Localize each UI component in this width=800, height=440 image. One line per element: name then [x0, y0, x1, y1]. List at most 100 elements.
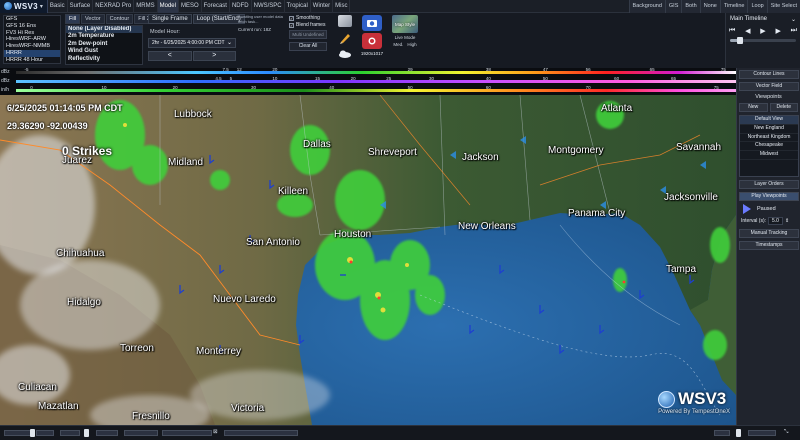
- viewpoint-item[interactable]: New England: [740, 125, 798, 134]
- play-viewpoints-button[interactable]: Play Viewpoints: [739, 192, 799, 201]
- menu-tab[interactable]: Winter: [311, 0, 334, 13]
- viewpoint-item[interactable]: Midwest: [740, 151, 798, 160]
- layer-item[interactable]: 2m Temperature: [66, 33, 142, 40]
- cloud-icon[interactable]: [338, 47, 352, 59]
- fill-tab[interactable]: Fill: [65, 14, 81, 24]
- layer-mode-tab[interactable]: None: [699, 0, 720, 13]
- layer-item[interactable]: Reflectivity: [66, 56, 142, 63]
- blend-option[interactable]: ✓ Blend frames: [289, 22, 329, 28]
- viewpoint-item[interactable]: Northeast Kingdom: [740, 134, 798, 143]
- step-back-icon[interactable]: ◀: [745, 27, 750, 35]
- scrub-handle[interactable]: [30, 429, 35, 437]
- skip-forward-icon[interactable]: ⏭: [791, 27, 797, 35]
- scrub-segment[interactable]: [4, 430, 32, 436]
- timeline-panel: Main Timeline ⌄ ⏮ ◀ ▶ ▶ ⏭: [725, 13, 800, 68]
- layer-orders-button[interactable]: Layer Orders: [739, 180, 799, 189]
- multi-undefined-button[interactable]: Multi Undefined: [289, 30, 327, 39]
- stepper-icon[interactable]: ⇕: [785, 218, 789, 224]
- menu-tab[interactable]: NWS/SPC: [252, 0, 285, 13]
- model-item[interactable]: HRRR 48 Hour: [4, 57, 60, 63]
- timeline-tab[interactable]: Timeline: [719, 0, 748, 13]
- frame-tab[interactable]: Single Frame: [148, 14, 192, 24]
- delete-viewpoint-button[interactable]: Delete: [769, 103, 798, 112]
- scrub-segment[interactable]: [224, 430, 298, 436]
- model-item[interactable]: HiresWRF-NMMB: [4, 43, 60, 50]
- new-viewpoint-button[interactable]: New: [739, 103, 768, 112]
- map-style-button[interactable]: Map Style: [392, 15, 418, 33]
- menu-tab[interactable]: Surface: [68, 0, 94, 13]
- quality-high[interactable]: High: [407, 42, 416, 47]
- smoothing-checkbox[interactable]: ✓: [289, 15, 294, 21]
- model-item[interactable]: GFS 16 Ens: [4, 23, 60, 30]
- play-icon[interactable]: [743, 204, 751, 214]
- layer-mode-tab[interactable]: Background: [628, 0, 665, 13]
- scrub-segment[interactable]: [162, 430, 212, 436]
- step-forward-icon[interactable]: ▶: [775, 27, 780, 35]
- contour-lines-button[interactable]: Contour Lines: [739, 70, 799, 79]
- scrub-segment[interactable]: [36, 430, 54, 436]
- layer-item[interactable]: None (Layer Disabled): [66, 26, 142, 34]
- interval-input[interactable]: 5.0: [768, 217, 783, 225]
- model-item[interactable]: HRRR: [4, 49, 60, 57]
- layer-mode-tab[interactable]: GIS: [664, 0, 682, 13]
- scrub-segment[interactable]: [714, 430, 730, 436]
- menu-tab[interactable]: Tropical: [285, 0, 311, 13]
- menu-tab[interactable]: Forecast: [202, 0, 230, 13]
- fill-tab[interactable]: Contour: [105, 14, 134, 24]
- scrub-segment[interactable]: [124, 430, 158, 436]
- layer-item[interactable]: Wind Gust: [66, 48, 142, 55]
- model-item[interactable]: FV3 Hi Res: [4, 30, 60, 37]
- city-label-montgomery: Montgomery: [548, 145, 604, 156]
- previous-hour-button[interactable]: <: [148, 51, 192, 61]
- pencil-icon[interactable]: [338, 31, 352, 44]
- camera-button[interactable]: [362, 15, 382, 31]
- menu-tab[interactable]: NDFD: [230, 0, 252, 13]
- scrub-segment[interactable]: [60, 430, 80, 436]
- timeline-knob[interactable]: [736, 37, 743, 44]
- manual-tracking-button[interactable]: Manual Tracking: [739, 229, 799, 238]
- scrub-segment[interactable]: [96, 430, 118, 436]
- scale-tick-label: 65: [649, 67, 655, 72]
- interval-row: Interval (s): 5.0 ⇕: [739, 217, 798, 225]
- viewpoint-item[interactable]: Chesapeake: [740, 142, 798, 152]
- timeline-tab[interactable]: Loop: [747, 0, 767, 13]
- resolution-label: 1920x1017: [360, 51, 384, 56]
- layer-mode-tab[interactable]: Both: [681, 0, 700, 13]
- play-icon[interactable]: ▶: [760, 27, 765, 35]
- model-list[interactable]: GFS GFS 16 Ens FV3 Hi Res HiresWRF-ARW Hires…: [3, 15, 61, 64]
- model-item[interactable]: GFS: [4, 16, 60, 23]
- weather-map[interactable]: 6/25/2025 01:14:05 PM CDT 29.36290 -92.0…: [0, 95, 736, 425]
- menu-tab[interactable]: Misc: [333, 0, 351, 13]
- record-button[interactable]: [362, 33, 382, 49]
- resize-icon[interactable]: ⤡: [784, 429, 788, 436]
- vector-field-button[interactable]: Vector Field: [739, 82, 799, 91]
- next-hour-button[interactable]: >: [192, 51, 236, 61]
- viewpoint-list[interactable]: Default View New England Northeast Kingdom…: [739, 115, 799, 177]
- skip-back-icon[interactable]: ⏮: [729, 27, 735, 35]
- menu-tab[interactable]: MESO: [179, 0, 202, 13]
- timeline-slider[interactable]: [730, 37, 796, 44]
- scrub-segment[interactable]: [748, 430, 776, 436]
- blend-checkbox[interactable]: ✓: [289, 22, 294, 28]
- frame-tab[interactable]: Loop (Start/End): [192, 14, 245, 24]
- quality-medium[interactable]: Med.: [393, 42, 403, 47]
- fill-tab[interactable]: Vector: [81, 14, 105, 24]
- menu-tab[interactable]: Basic: [48, 0, 68, 13]
- layer-list[interactable]: None (Layer Disabled) 2m Temperature 2m De…: [65, 25, 143, 65]
- layers-icon[interactable]: [338, 15, 352, 27]
- timeline-header[interactable]: Main Timeline ⌄: [726, 13, 800, 23]
- menu-tab[interactable]: MRMS: [134, 0, 158, 13]
- app-logo[interactable]: WSV3 ▾: [0, 0, 48, 13]
- viewpoint-item[interactable]: Default View: [740, 116, 798, 125]
- timestamps-button[interactable]: Timestamps: [739, 241, 799, 250]
- scrub-handle[interactable]: [84, 429, 89, 437]
- menu-tab[interactable]: Model: [157, 0, 179, 13]
- smoothing-option[interactable]: ✓ Smoothing: [289, 15, 329, 21]
- layer-item[interactable]: 2m Dew-point: [66, 41, 142, 48]
- model-hour-select[interactable]: 2hr - 6/25/2025 4:00:00 PM CDT ⌄: [148, 38, 236, 48]
- timeline-tab[interactable]: Site Select: [766, 0, 800, 13]
- menu-tab[interactable]: NEXRAD Pro: [93, 0, 135, 13]
- scrub-handle[interactable]: [736, 429, 741, 437]
- model-item[interactable]: HiresWRF-ARW: [4, 36, 60, 43]
- clear-all-button[interactable]: Clear All: [289, 42, 327, 51]
